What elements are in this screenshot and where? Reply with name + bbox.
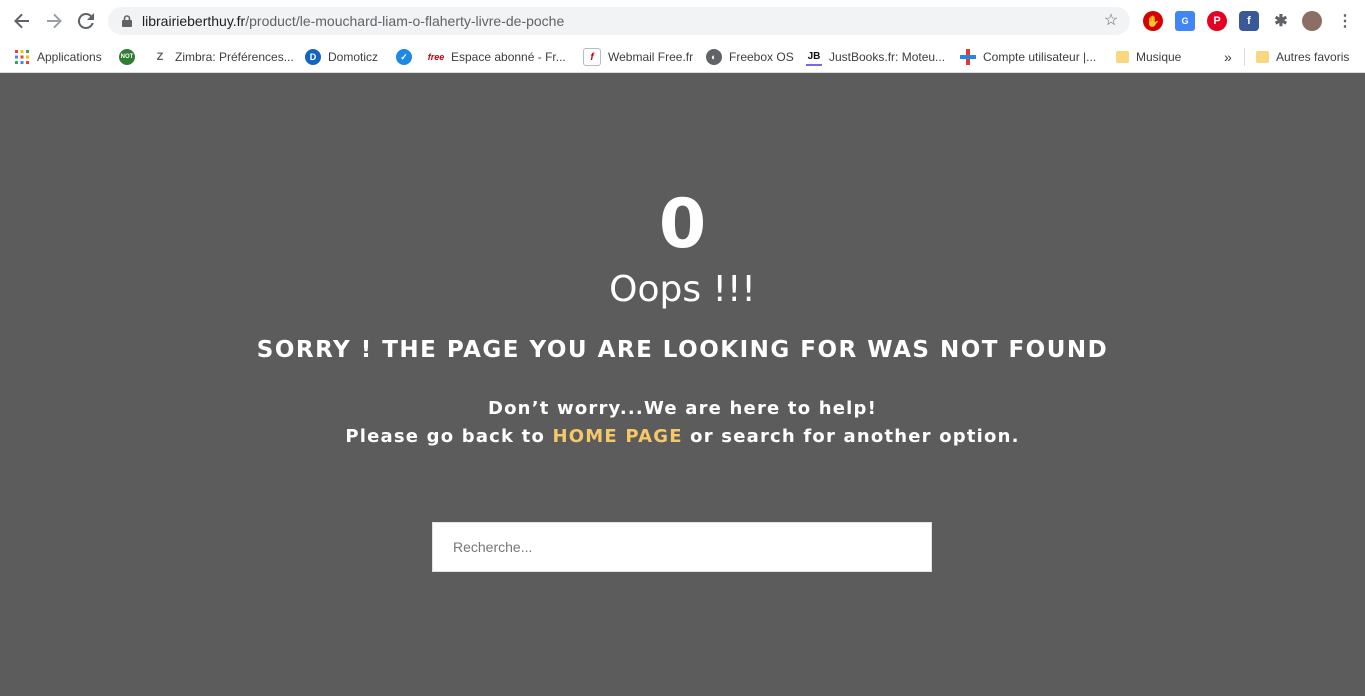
- bookmark-label: Applications: [37, 50, 102, 64]
- apps-grid-icon: [14, 49, 30, 65]
- folder-icon: [1256, 51, 1269, 63]
- bookmark-espace-abonne[interactable]: free Espace abonné - Fr...: [428, 47, 566, 67]
- bookmark-not[interactable]: NOT: [119, 47, 142, 67]
- bookmark-webmail-free[interactable]: f Webmail Free.fr: [583, 47, 693, 67]
- bookmarks-overflow-button[interactable]: »: [1224, 47, 1232, 67]
- address-bar[interactable]: librairieberthuy.fr/product/le-mouchard-…: [108, 7, 1130, 35]
- bookmark-zimbra[interactable]: Z Zimbra: Préférences...: [152, 47, 294, 67]
- extensions-puzzle-icon[interactable]: ✱: [1271, 11, 1291, 31]
- url-path: /product/le-mouchard-liam-o-flaherty-liv…: [245, 13, 565, 29]
- bookmark-label: Freebox OS: [729, 50, 794, 64]
- reload-icon[interactable]: [74, 9, 98, 33]
- facebook-extension-icon[interactable]: f: [1239, 11, 1259, 31]
- adblock-extension-icon[interactable]: ✋: [1143, 11, 1163, 31]
- folder-icon: [1116, 51, 1129, 63]
- bookmark-label: JustBooks.fr: Moteu...: [829, 50, 946, 64]
- profile-avatar[interactable]: [1302, 11, 1322, 31]
- search-input[interactable]: [433, 523, 931, 571]
- bookmark-label: Domoticz: [328, 50, 379, 64]
- url-text: librairieberthuy.fr/product/le-mouchard-…: [142, 13, 564, 29]
- bookmark-justbooks[interactable]: JB JustBooks.fr: Moteu...: [806, 47, 945, 67]
- translate-extension-icon[interactable]: G: [1175, 11, 1195, 31]
- vpn-icon: ✓: [396, 49, 412, 65]
- compte-icon: [960, 49, 976, 65]
- home-page-link[interactable]: HOME PAGE: [553, 426, 683, 447]
- help-text-line2: Please go back to HOME PAGE or search fo…: [0, 425, 1365, 449]
- bookmark-musique[interactable]: Musique: [1116, 47, 1181, 67]
- back-icon[interactable]: [10, 9, 34, 33]
- menu-kebab-icon[interactable]: ⋮: [1335, 11, 1355, 31]
- error-code: 0: [658, 185, 707, 264]
- bookmark-domoticz[interactable]: D Domoticz: [305, 47, 378, 67]
- search-box: [432, 522, 932, 572]
- not-found-headline: SORRY ! THE PAGE YOU ARE LOOKING FOR WAS…: [256, 337, 1109, 363]
- browser-toolbar: librairieberthuy.fr/product/le-mouchard-…: [0, 0, 1365, 42]
- bookmark-applications[interactable]: Applications: [14, 47, 102, 67]
- bookmark-label: Compte utilisateur |...: [983, 50, 1097, 64]
- help-text-before: Please go back to: [345, 426, 553, 447]
- page-content: 0 Oops !!! SORRY ! THE PAGE YOU ARE LOOK…: [0, 73, 1365, 696]
- help-text-after: or search for another option.: [682, 426, 1020, 447]
- bookmark-vpn[interactable]: ✓: [396, 47, 419, 67]
- bookmark-compte-utilisateur[interactable]: Compte utilisateur |...: [960, 47, 1096, 67]
- forward-icon[interactable]: [42, 9, 66, 33]
- help-text-line1: Don’t worry...We are here to help!: [487, 398, 878, 419]
- zimbra-icon: Z: [156, 51, 164, 63]
- bookmark-label: Zimbra: Préférences...: [175, 50, 294, 64]
- bookmark-label: Musique: [1136, 50, 1182, 64]
- not-icon: NOT: [119, 49, 135, 65]
- bookmarks-divider: [1244, 48, 1245, 66]
- free-icon: free: [427, 52, 445, 62]
- oops-heading: Oops !!!: [609, 269, 756, 310]
- bookmark-star-icon[interactable]: ☆: [1102, 12, 1120, 30]
- bookmark-label: Espace abonné - Fr...: [451, 50, 566, 64]
- justbooks-icon: JB: [806, 48, 822, 66]
- bookmark-label: Autres favoris: [1276, 50, 1350, 64]
- webmail-icon: f: [583, 48, 601, 66]
- domoticz-icon: D: [305, 49, 321, 65]
- pinterest-extension-icon[interactable]: P: [1207, 11, 1227, 31]
- bookmark-autres-favoris[interactable]: Autres favoris: [1256, 47, 1349, 67]
- bookmark-label: Webmail Free.fr: [608, 50, 694, 64]
- bookmarks-bar: Applications NOT Z Zimbra: Préférences..…: [0, 42, 1365, 73]
- bookmark-freebox-os[interactable]: ◐ Freebox OS: [706, 47, 794, 67]
- globe-icon: ◐: [706, 49, 722, 65]
- lock-icon: [120, 14, 134, 28]
- url-domain: librairieberthuy.fr: [142, 13, 246, 29]
